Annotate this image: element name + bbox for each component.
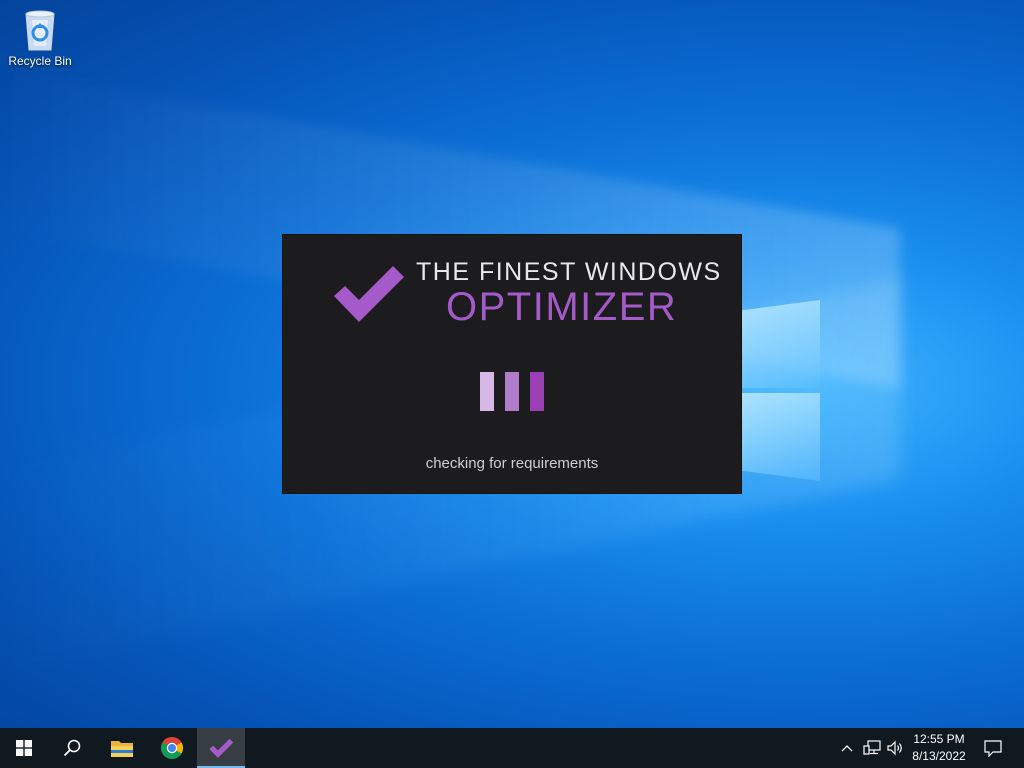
notification-icon	[984, 739, 1002, 757]
chevron-up-icon	[841, 745, 853, 752]
loading-bar	[530, 372, 544, 411]
optimizer-taskbar-button[interactable]	[197, 728, 245, 768]
search-icon	[63, 739, 81, 757]
volume-button[interactable]	[884, 728, 906, 768]
windows-start-icon	[16, 740, 32, 756]
clock-time: 12:55 PM	[913, 732, 965, 746]
windows-wallpaper-logo	[740, 290, 824, 482]
splash-title-line1: THE FINEST WINDOWS	[416, 258, 722, 286]
file-explorer-button[interactable]	[98, 728, 146, 768]
system-clock[interactable]: 12:55 PM 8/13/2022	[906, 731, 972, 765]
clock-date: 8/13/2022	[912, 749, 966, 763]
volume-icon	[887, 740, 902, 756]
loading-bar	[480, 372, 494, 411]
recycle-bin-icon	[25, 10, 55, 51]
recycle-bin-shortcut[interactable]: Recycle Bin	[4, 6, 76, 68]
action-center-button[interactable]	[978, 728, 1008, 768]
loading-indicator	[480, 372, 544, 412]
network-button[interactable]	[861, 728, 883, 768]
desktop-icon-label: Recycle Bin	[8, 54, 72, 68]
folder-icon	[111, 741, 133, 757]
splash-status-text: checking for requirements	[425, 455, 599, 472]
show-hidden-icons-button[interactable]	[838, 728, 856, 768]
start-button[interactable]	[0, 728, 48, 768]
chrome-button[interactable]	[148, 728, 196, 768]
taskbar: 12:55 PM 8/13/2022	[0, 728, 1024, 768]
loading-bar	[505, 372, 519, 411]
chrome-icon	[161, 737, 183, 759]
checkmark-icon	[209, 738, 234, 758]
search-button[interactable]	[48, 728, 96, 768]
network-icon	[863, 740, 881, 755]
splash-title-line2: OPTIMIZER	[446, 285, 678, 329]
checkmark-icon	[334, 266, 404, 322]
